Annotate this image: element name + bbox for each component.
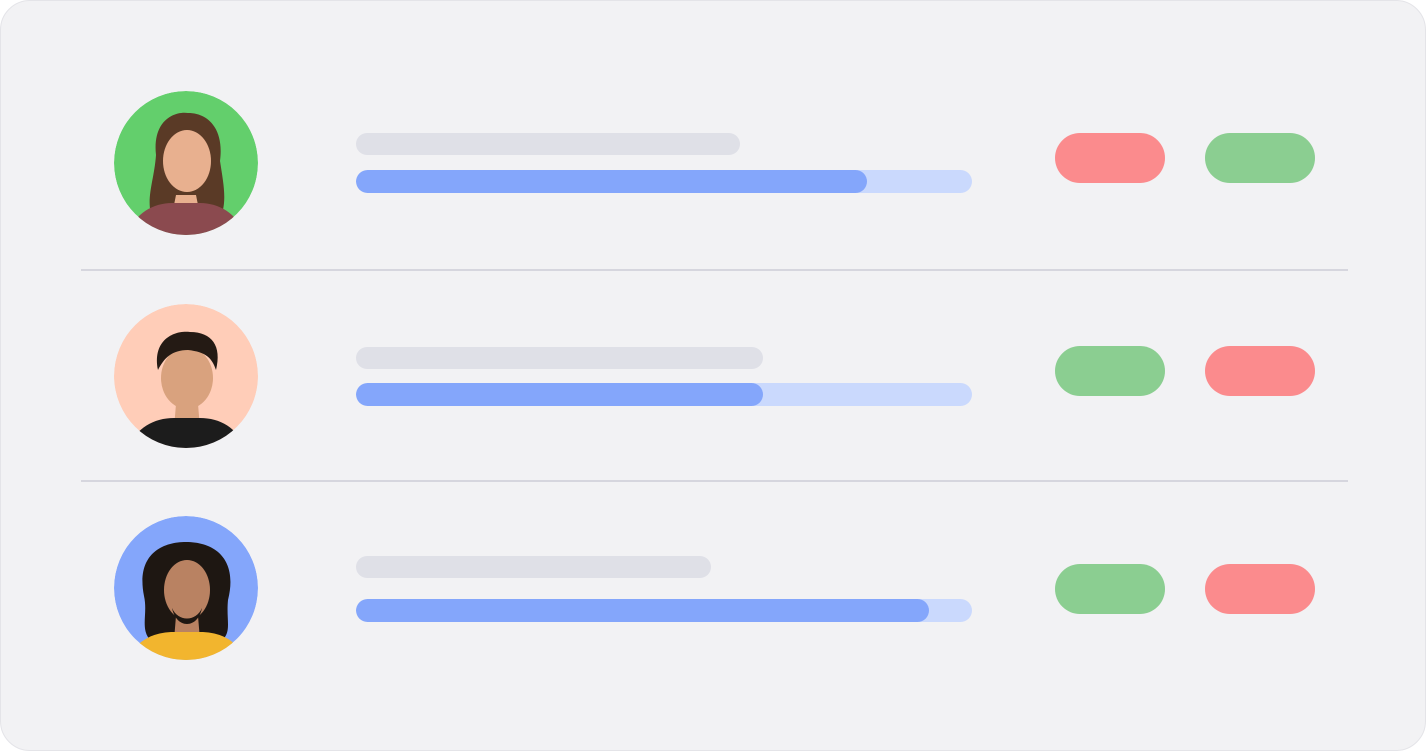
person-photo-icon: [114, 304, 258, 448]
review-panel: [0, 0, 1426, 751]
progress-bar: [356, 599, 972, 622]
avatar: [114, 304, 258, 448]
divider: [81, 269, 1348, 271]
name-placeholder: [356, 556, 711, 578]
progress-fill: [356, 383, 763, 406]
list-item: [1, 304, 1425, 448]
name-placeholder: [356, 133, 740, 155]
progress-bar: [356, 383, 972, 406]
avatar: [114, 516, 258, 660]
person-photo-icon: [114, 91, 258, 235]
avatar: [114, 91, 258, 235]
divider: [81, 480, 1348, 482]
reject-button[interactable]: [1205, 346, 1315, 396]
approve-button[interactable]: [1055, 346, 1165, 396]
name-placeholder: [356, 347, 763, 369]
progress-fill: [356, 170, 868, 193]
progress-bar: [356, 170, 972, 193]
list-item: [1, 516, 1425, 660]
reject-button[interactable]: [1055, 133, 1165, 183]
approve-button[interactable]: [1205, 133, 1315, 183]
list-item: [1, 91, 1425, 235]
reject-button[interactable]: [1205, 564, 1315, 614]
person-photo-icon: [114, 516, 258, 660]
approve-button[interactable]: [1055, 564, 1165, 614]
progress-fill: [356, 599, 929, 622]
